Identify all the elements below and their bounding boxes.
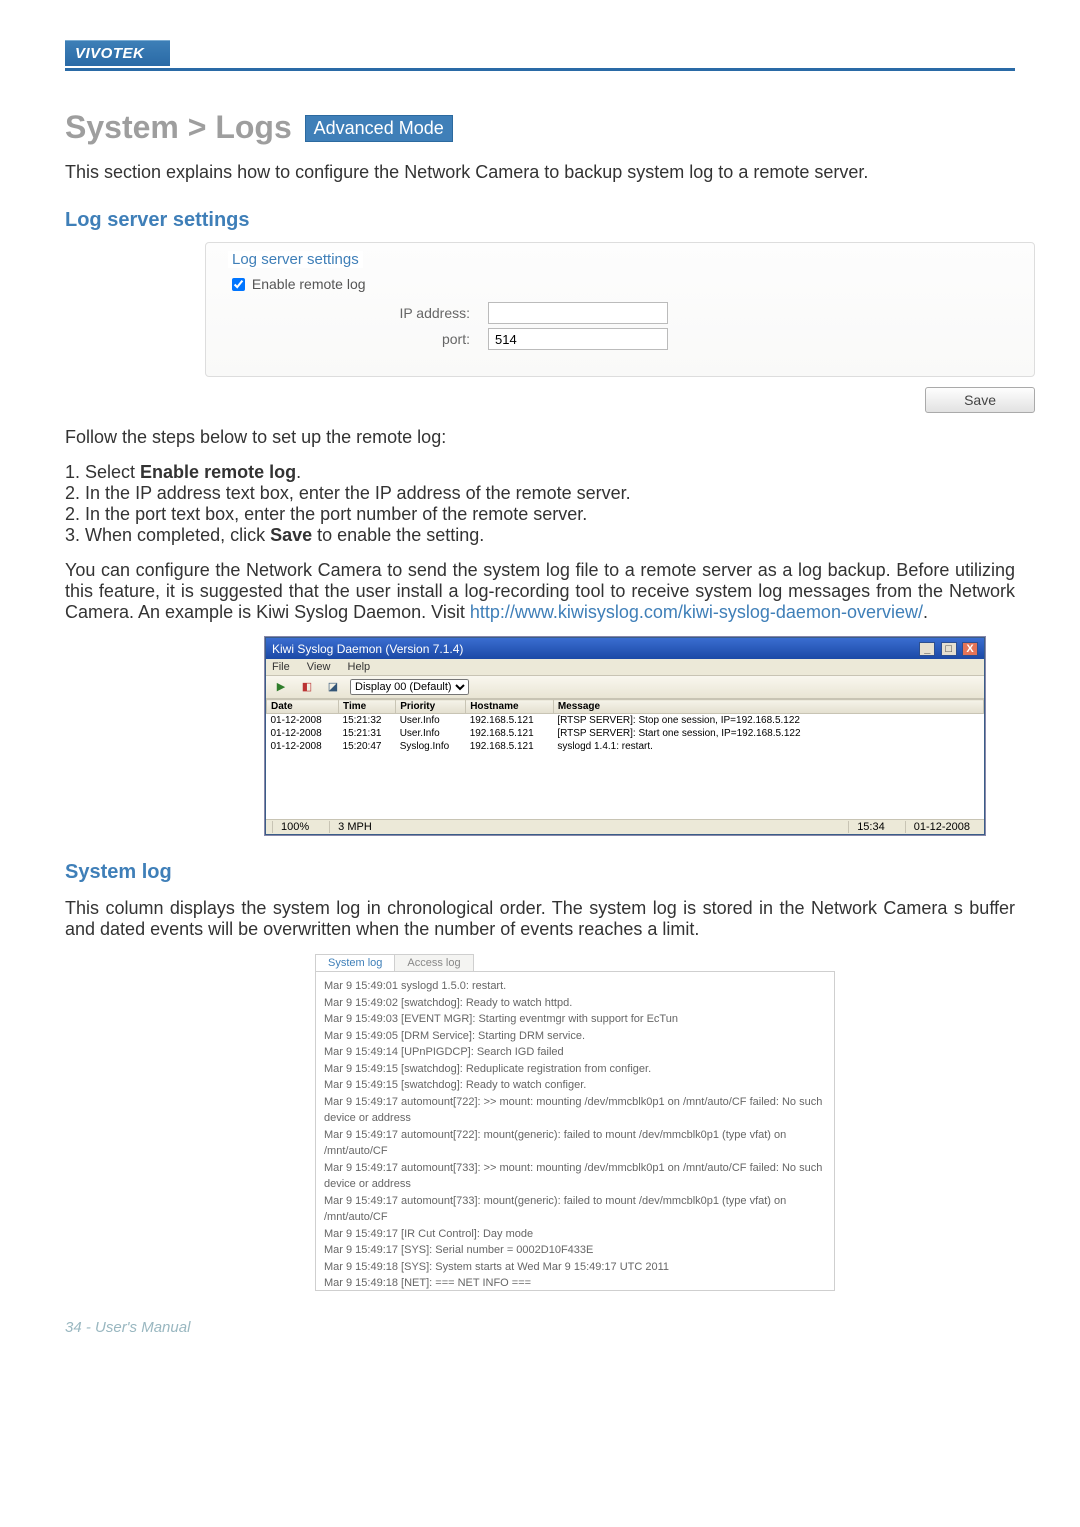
steps-list: 1. Select Enable remote log. 2. In the I… [65, 462, 1015, 546]
log-line: Mar 9 15:49:17 automount[722]: mount(gen… [324, 1127, 826, 1160]
maximize-icon[interactable]: □ [941, 642, 957, 656]
log-line: Mar 9 15:49:01 syslogd 1.5.0: restart. [324, 978, 826, 995]
log-server-panel: Log server settings Enable remote log IP… [205, 242, 1035, 413]
section-heading-logserver: Log server settings [65, 209, 1015, 232]
enable-remote-log-checkbox[interactable] [232, 278, 245, 291]
close-icon[interactable]: X [962, 642, 978, 656]
log-line: Mar 9 15:49:17 automount[733]: mount(gen… [324, 1193, 826, 1226]
log-line: Mar 9 15:49:17 automount[722]: >> mount:… [324, 1094, 826, 1127]
minimize-icon[interactable]: _ [919, 642, 935, 656]
brand-logo: VIVOTEK [65, 40, 170, 66]
menu-view[interactable]: View [307, 661, 331, 673]
log-line: Mar 9 15:49:18 [NET]: === NET INFO === [324, 1275, 826, 1291]
log-line: Mar 9 15:49:17 [SYS]: Serial number = 00… [324, 1242, 826, 1259]
kiwi-link[interactable]: http://www.kiwisyslog.com/kiwi-syslog-da… [470, 602, 923, 622]
table-row: 01-12-200815:21:32User.Info192.168.5.121… [267, 714, 984, 728]
table-row: 01-12-200815:20:47Syslog.Info192.168.5.1… [267, 740, 984, 753]
mode-badge: Advanced Mode [305, 115, 453, 142]
kiwi-table: Date Time Priority Hostname Message 01-1… [266, 699, 984, 819]
follow-paragraph: Follow the steps below to set up the rem… [65, 427, 1015, 448]
port-label: port: [228, 331, 488, 347]
system-log-textarea[interactable]: Mar 9 15:49:01 syslogd 1.5.0: restart. M… [315, 971, 835, 1291]
log-line: Mar 9 15:49:02 [swatchdog]: Ready to wat… [324, 995, 826, 1012]
kiwi-status-bar: 100% 3 MPH 15:34 01-12-2008 [266, 819, 984, 834]
kiwi-window: Kiwi Syslog Daemon (Version 7.1.4) _ □ X… [265, 637, 985, 835]
table-row: 01-12-200815:21:31User.Info192.168.5.121… [267, 727, 984, 740]
log-line: Mar 9 15:49:17 automount[733]: >> mount:… [324, 1160, 826, 1193]
port-input[interactable] [488, 328, 668, 350]
kiwi-paragraph: You can configure the Network Camera to … [65, 560, 1015, 623]
system-log-panel: System log Access log Mar 9 15:49:01 sys… [315, 954, 835, 1291]
ip-address-input[interactable] [488, 302, 668, 324]
page-title: System > Logs Advanced Mode [65, 109, 1015, 146]
menu-file[interactable]: File [272, 661, 290, 673]
save-button[interactable]: Save [925, 387, 1035, 413]
display-select[interactable]: Display 00 (Default) [350, 679, 469, 695]
log-line: Mar 9 15:49:05 [DRM Service]: Starting D… [324, 1028, 826, 1045]
page-footer: 34 - User's Manual [65, 1319, 1015, 1336]
section-heading-syslog: System log [65, 861, 1015, 884]
log-line: Mar 9 15:49:15 [swatchdog]: Reduplicate … [324, 1061, 826, 1078]
tab-system-log[interactable]: System log [315, 954, 395, 971]
syslog-desc: This column displays the system log in c… [65, 898, 1015, 940]
enable-remote-log-label: Enable remote log [252, 276, 366, 292]
palette-icon[interactable]: ◪ [324, 678, 342, 696]
title-text: System > Logs [65, 109, 292, 145]
tab-access-log[interactable]: Access log [394, 954, 473, 971]
tool-icon[interactable]: ◧ [298, 678, 316, 696]
brand-bar: VIVOTEK [65, 40, 1015, 71]
log-line: Mar 9 15:49:18 [SYS]: System starts at W… [324, 1259, 826, 1276]
log-line: Mar 9 15:49:03 [EVENT MGR]: Starting eve… [324, 1011, 826, 1028]
ip-address-label: IP address: [228, 305, 488, 321]
play-icon[interactable]: ▶ [272, 678, 290, 696]
log-line: Mar 9 15:49:17 [IR Cut Control]: Day mod… [324, 1226, 826, 1243]
kiwi-menu-bar: File View Help [266, 659, 984, 675]
kiwi-title-text: Kiwi Syslog Daemon (Version 7.1.4) [272, 642, 463, 656]
log-line: Mar 9 15:49:15 [swatchdog]: Ready to wat… [324, 1077, 826, 1094]
menu-help[interactable]: Help [348, 661, 371, 673]
fieldset-legend: Log server settings [228, 251, 363, 268]
intro-paragraph: This section explains how to configure t… [65, 162, 1015, 183]
log-line: Mar 9 15:49:14 [UPnPIGDCP]: Search IGD f… [324, 1044, 826, 1061]
